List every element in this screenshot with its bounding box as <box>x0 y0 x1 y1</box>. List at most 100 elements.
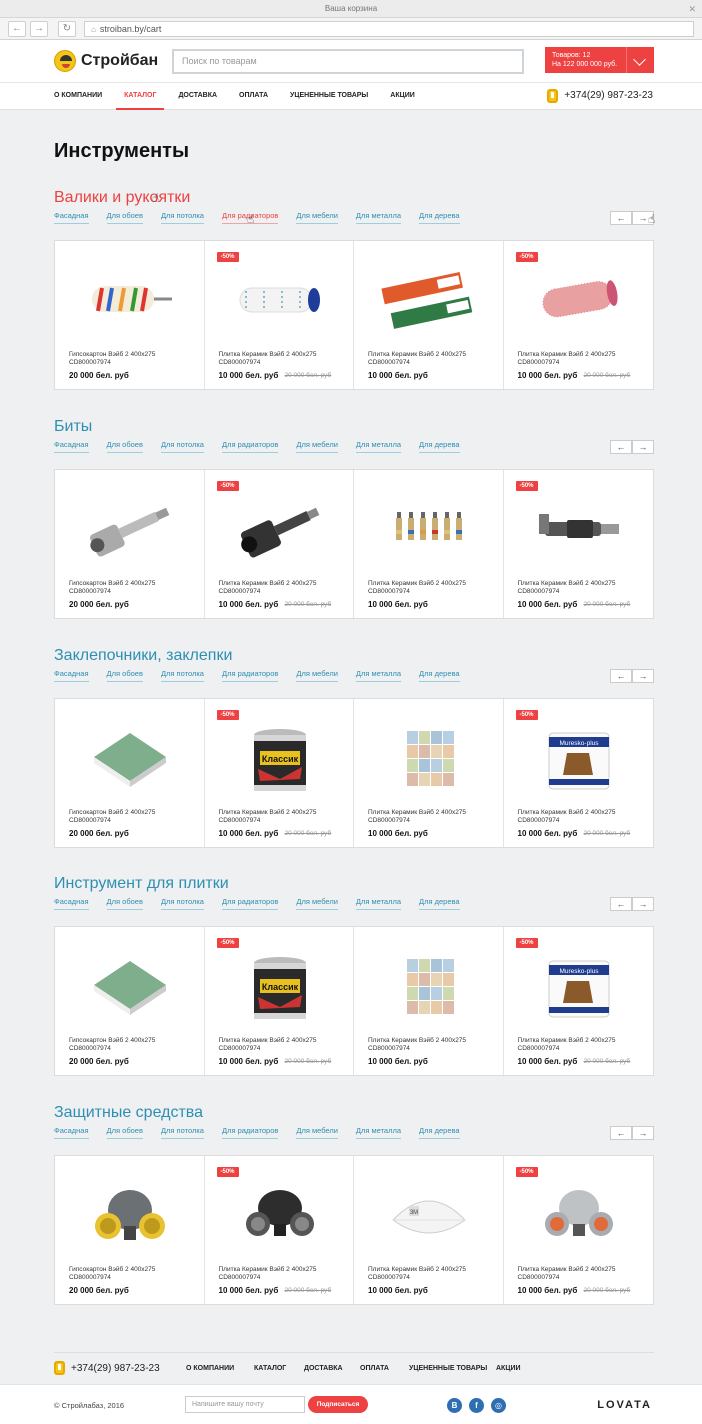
product-card[interactable]: Плитка Керамик Вэйб 2 400х275 CD800007974… <box>354 699 504 847</box>
logo[interactable]: Стройбан <box>54 50 158 72</box>
product-image[interactable] <box>379 490 479 570</box>
product-card[interactable]: -50% Плитка Керамик Вэйб 2 400х275 CD80000… <box>205 470 354 618</box>
subcategory-link[interactable]: Для металла <box>355 439 402 453</box>
product-name[interactable]: Плитка Керамик Вэйб 2 400х275 CD800007974 <box>518 351 643 367</box>
arrow-left-icon[interactable]: ← <box>610 1126 632 1140</box>
subcategory-link[interactable]: Для потолка <box>160 1125 204 1139</box>
arrow-right-icon[interactable]: → <box>632 1126 654 1140</box>
product-image[interactable] <box>80 719 180 799</box>
email-field[interactable]: Напишите вашу почту <box>185 1396 305 1413</box>
footer-nav-item[interactable]: АКЦИИ <box>496 1365 521 1372</box>
product-name[interactable]: Плитка Керамик Вэйб 2 400х275 CD800007974 <box>368 580 493 596</box>
back-icon[interactable]: ← <box>8 20 26 37</box>
product-image[interactable] <box>379 261 479 341</box>
subcategory-link[interactable]: Для мебели <box>296 1125 338 1139</box>
cart-button[interactable]: Товаров: 12 На 122 000 000 руб. <box>545 47 654 73</box>
product-card[interactable]: 3M Плитка Керамик Вэйб 2 400х275 CD8000079… <box>354 1156 504 1304</box>
header-phone[interactable]: +374(29) 987-23-23 <box>547 83 653 109</box>
product-image[interactable]: Классик <box>230 719 330 799</box>
product-image[interactable]: Muresko-plus <box>529 719 629 799</box>
subcategory-link[interactable]: Для металла <box>355 210 402 224</box>
product-image[interactable] <box>230 490 330 570</box>
nav-item[interactable]: ОПЛАТА <box>239 83 268 109</box>
product-card[interactable]: -50% Плитка Керамик Вэйб 2 400х275 CD80000… <box>205 1156 354 1304</box>
subcategory-link[interactable]: Для обоев <box>106 896 143 910</box>
product-image[interactable] <box>230 261 330 341</box>
subcategory-link[interactable]: Фасадная <box>54 439 89 453</box>
product-name[interactable]: Плитка Керамик Вэйб 2 400х275 CD800007974 <box>518 580 643 596</box>
product-name[interactable]: Плитка Керамик Вэйб 2 400х275 CD800007974 <box>219 809 344 825</box>
product-name[interactable]: Плитка Керамик Вэйб 2 400х275 CD800007974 <box>518 809 643 825</box>
product-name[interactable]: Гипсокартон Вэйб 2 400х275 CD800007974 <box>69 1266 194 1282</box>
product-name[interactable]: Гипсокартон Вэйб 2 400х275 CD800007974 <box>69 1037 194 1053</box>
arrow-left-icon[interactable]: ← <box>610 440 632 454</box>
nav-item[interactable]: КАТАЛОГ <box>116 83 165 110</box>
subcategory-link[interactable]: Для дерева <box>419 668 460 682</box>
subcategory-link[interactable]: Для дерева <box>419 210 460 224</box>
product-card[interactable]: Гипсокартон Вэйб 2 400х275 CD800007974 20 … <box>55 927 205 1075</box>
subcategory-link[interactable]: Для дерева <box>419 896 460 910</box>
subcategory-link[interactable]: Для мебели <box>296 896 338 910</box>
footer-nav-item[interactable]: ОПЛАТА <box>360 1365 389 1372</box>
product-card[interactable]: Гипсокартон Вэйб 2 400х275 CD800007974 20 … <box>55 1156 205 1304</box>
product-card[interactable]: Плитка Керамик Вэйб 2 400х275 CD800007974… <box>354 470 504 618</box>
subcategory-link[interactable]: Для дерева <box>419 439 460 453</box>
arrow-left-icon[interactable]: ← <box>610 669 632 683</box>
product-image[interactable] <box>80 490 180 570</box>
subcategory-link[interactable]: Для обоев <box>106 1125 143 1139</box>
product-card[interactable]: -50% Muresko-plus Плитка Керамик Вэйб 2 40… <box>504 927 654 1075</box>
subcategory-link[interactable]: Для металла <box>355 668 402 682</box>
subcategory-link[interactable]: Для мебели <box>296 439 338 453</box>
forward-icon[interactable]: → <box>30 20 48 37</box>
product-name[interactable]: Гипсокартон Вэйб 2 400х275 CD800007974 <box>69 351 194 367</box>
product-name[interactable]: Гипсокартон Вэйб 2 400х275 CD800007974 <box>69 580 194 596</box>
subcategory-link[interactable]: Для радиаторов <box>221 439 279 453</box>
product-name[interactable]: Плитка Керамик Вэйб 2 400х275 CD800007974 <box>368 809 493 825</box>
subcategory-link[interactable]: Для металла <box>355 896 402 910</box>
product-card[interactable]: Гипсокартон Вэйб 2 400х275 CD800007974 20 … <box>55 699 205 847</box>
product-card[interactable]: -50% Muresko-plus Плитка Керамик Вэйб 2 40… <box>504 699 654 847</box>
nav-item[interactable]: УЦЕНЕННЫЕ ТОВАРЫ <box>290 83 368 109</box>
product-image[interactable] <box>80 947 180 1027</box>
arrow-left-icon[interactable]: ← <box>610 897 632 911</box>
section-title[interactable]: Биты <box>54 417 654 437</box>
subcategory-link[interactable]: Фасадная <box>54 896 89 910</box>
footer-nav-item[interactable]: О КОМПАНИИ <box>186 1365 234 1372</box>
subcategory-link[interactable]: Для потолка <box>160 896 204 910</box>
product-name[interactable]: Плитка Керамик Вэйб 2 400х275 CD800007974 <box>518 1037 643 1053</box>
product-image[interactable] <box>379 719 479 799</box>
subcategory-link[interactable]: Для потолка <box>160 210 204 224</box>
product-card[interactable]: -50% Плитка Керамик Вэйб 2 400х275 CD80000… <box>504 1156 654 1304</box>
product-image[interactable]: Классик <box>230 947 330 1027</box>
subcategory-link[interactable]: Для дерева <box>419 1125 460 1139</box>
product-card[interactable]: Плитка Керамик Вэйб 2 400х275 CD800007974… <box>354 927 504 1075</box>
url-input[interactable]: ⌂ stroiban.by/cart <box>84 20 694 37</box>
nav-item[interactable]: О КОМПАНИИ <box>54 83 102 109</box>
nav-item[interactable]: ДОСТАВКА <box>178 83 217 109</box>
product-image[interactable] <box>529 261 629 341</box>
instagram-icon[interactable]: ◎ <box>491 1398 506 1413</box>
chevron-down-icon[interactable] <box>626 47 654 73</box>
product-card[interactable]: -50% Классик Плитка Керамик Вэйб 2 400х275… <box>205 699 354 847</box>
product-name[interactable]: Плитка Керамик Вэйб 2 400х275 CD800007974 <box>219 351 344 367</box>
nav-item[interactable]: АКЦИИ <box>390 83 415 109</box>
product-image[interactable] <box>80 261 180 341</box>
product-name[interactable]: Плитка Керамик Вэйб 2 400х275 CD800007974 <box>219 1266 344 1282</box>
product-name[interactable]: Плитка Керамик Вэйб 2 400х275 CD800007974 <box>368 1037 493 1053</box>
footer-nav-item[interactable]: КАТАЛОГ <box>254 1365 286 1372</box>
arrow-right-icon[interactable]: → <box>632 669 654 683</box>
subcategory-link[interactable]: Для мебели <box>296 668 338 682</box>
product-card[interactable]: -50% Плитка Керамик Вэйб 2 400х275 CD80000… <box>205 241 354 389</box>
section-title[interactable]: Валики и рукоятки <box>54 188 654 208</box>
subcategory-link[interactable]: Для потолка <box>160 668 204 682</box>
arrow-left-icon[interactable]: ← <box>610 211 632 225</box>
arrow-right-icon[interactable]: → <box>632 440 654 454</box>
footer-phone[interactable]: +374(29) 987-23-23 <box>54 1361 160 1375</box>
product-name[interactable]: Плитка Керамик Вэйб 2 400х275 CD800007974 <box>368 351 493 367</box>
section-title[interactable]: Защитные средства <box>54 1103 654 1123</box>
product-image[interactable] <box>529 490 629 570</box>
product-image[interactable]: 3M <box>379 1176 479 1256</box>
search-input[interactable]: Поиск по товарам <box>172 49 524 74</box>
product-name[interactable]: Плитка Керамик Вэйб 2 400х275 CD800007974 <box>368 1266 493 1282</box>
footer-nav-item[interactable]: ДОСТАВКА <box>304 1365 343 1372</box>
